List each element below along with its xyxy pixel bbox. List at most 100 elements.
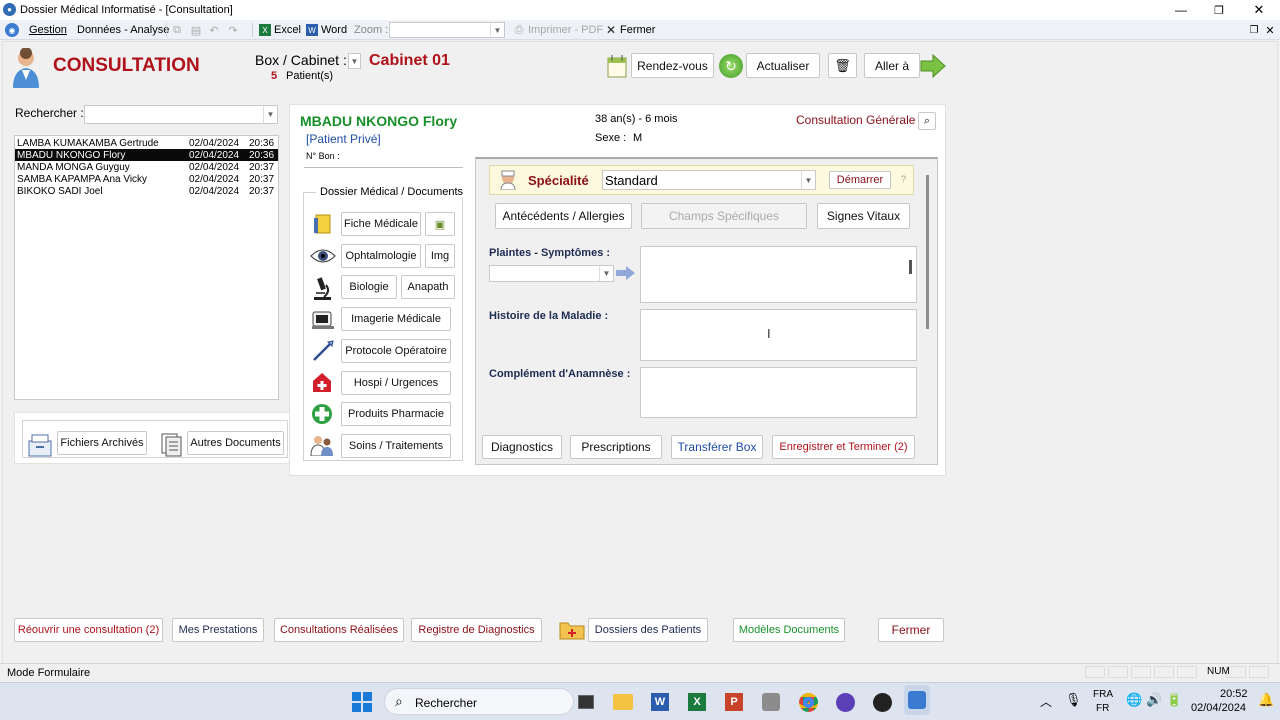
form-scrollbar[interactable] — [926, 175, 929, 329]
add-arrow-icon[interactable] — [616, 265, 636, 281]
game-app-icon[interactable] — [869, 687, 895, 717]
help-icon[interactable]: ? — [901, 174, 906, 184]
registre-diagnostics-button[interactable]: Registre de Diagnostics — [411, 618, 542, 642]
diagnostics-button[interactable]: Diagnostics — [482, 435, 562, 459]
close-icon: ✕ — [605, 23, 617, 37]
dossiers-patients-button[interactable]: Dossiers des Patients — [588, 618, 708, 642]
fiche-folder-button[interactable]: ▣ — [425, 212, 455, 236]
search-icon: ⌕ — [395, 693, 403, 709]
battery-icon[interactable]: 🔋 — [1166, 692, 1182, 708]
eye-icon — [310, 245, 336, 267]
lang-primary[interactable]: FRA — [1093, 689, 1113, 700]
medical-app-icon[interactable] — [904, 685, 930, 715]
chrome-icon[interactable] — [795, 687, 821, 717]
patient-list[interactable]: LAMBA KUMAKAMBA Gertrude 02/04/2024 20:36 … — [14, 135, 279, 400]
produits-pharmacie-button[interactable]: Produits Pharmacie — [341, 402, 451, 426]
autres-documents-button[interactable]: Autres Documents — [187, 431, 284, 455]
fermer-button[interactable]: Fermer — [878, 618, 944, 642]
sexe-value: M — [633, 132, 643, 144]
word-app-icon[interactable]: W — [647, 687, 673, 717]
patient-name: MBADU NKONGO Flory — [300, 113, 458, 129]
refresh-icon: ↻ — [719, 54, 743, 78]
ophtalmologie-button[interactable]: Ophtalmologie — [341, 244, 421, 268]
imagerie-medicale-button[interactable]: Imagerie Médicale — [341, 307, 451, 331]
search-consultation-button[interactable]: ⌕ — [918, 112, 936, 130]
list-item[interactable]: MANDA MONGA Guyguy 02/04/2024 20:37 — [15, 161, 278, 173]
lang-secondary[interactable]: FR — [1096, 703, 1109, 714]
demarrer-button[interactable]: Démarrer — [829, 171, 891, 189]
signes-vitaux-button[interactable]: Signes Vitaux — [817, 203, 910, 229]
windows-start-icon[interactable] — [351, 691, 373, 713]
microscope-icon — [310, 276, 334, 302]
histoire-label: Histoire de la Maladie : — [489, 310, 609, 322]
fiche-medicale-button[interactable]: Fiche Médicale — [341, 212, 421, 236]
chevron-down-icon: ▼ — [599, 266, 613, 281]
minimize-icon[interactable]: — — [1170, 2, 1192, 18]
specialite-label: Spécialité — [528, 173, 589, 188]
rendez-vous-button[interactable]: Rendez-vous — [631, 53, 714, 78]
list-item[interactable]: LAMBA KUMAKAMBA Gertrude 02/04/2024 20:36 — [15, 137, 278, 149]
scanner-icon — [310, 308, 336, 332]
consultations-realisees-button[interactable]: Consultations Réalisées — [274, 618, 404, 642]
taskbar-search[interactable]: ⌕ Rechercher — [384, 688, 574, 715]
protocole-operatoire-button[interactable]: Protocole Opératoire — [341, 339, 451, 363]
scalpel-icon — [310, 338, 336, 364]
close-icon[interactable]: ✕ — [1263, 23, 1277, 37]
powerpoint-app-icon[interactable]: P — [721, 687, 747, 717]
zoom-select[interactable]: ▼ — [389, 22, 505, 38]
complement-textarea[interactable] — [640, 367, 917, 418]
modeles-documents-button[interactable]: Modèles Documents — [733, 618, 845, 642]
microphone-icon[interactable]: 🎙 — [1065, 692, 1082, 708]
chevron-down-icon: ▼ — [490, 23, 504, 37]
paste-icon: ▤ — [190, 24, 202, 37]
delete-button[interactable]: 🗑 — [828, 53, 857, 78]
network-icon[interactable]: 🌐 — [1126, 692, 1142, 708]
img-button[interactable]: Img — [425, 244, 455, 268]
histoire-textarea[interactable]: I — [640, 309, 917, 361]
arrow-right-icon[interactable] — [920, 54, 946, 78]
fichiers-archives-button[interactable]: Fichiers Archivés — [57, 431, 147, 455]
clock-time[interactable]: 20:52 — [1220, 688, 1248, 700]
anapath-button[interactable]: Anapath — [401, 275, 455, 299]
tool-app-icon[interactable] — [758, 687, 784, 717]
volume-icon[interactable]: 🔊 — [1146, 692, 1162, 708]
file-explorer-icon[interactable] — [610, 687, 636, 717]
menu-donnees[interactable]: Données - Analyse — [77, 24, 169, 36]
antecedents-button[interactable]: Antécédents / Allergies — [495, 203, 632, 229]
restore-icon[interactable]: ❐ — [1247, 23, 1261, 37]
search-combo[interactable]: ▼ — [84, 105, 278, 124]
biologie-button[interactable]: Biologie — [341, 275, 397, 299]
copy-icon: ⧉ — [173, 23, 181, 36]
menu-word[interactable]: Word — [321, 24, 347, 36]
actualiser-button[interactable]: Actualiser — [746, 53, 820, 78]
chevron-up-icon[interactable]: ︿ — [1040, 693, 1052, 710]
excel-app-icon[interactable]: X — [684, 687, 710, 717]
hospi-urgences-button[interactable]: Hospi / Urgences — [341, 371, 451, 395]
main-panel: CONSULTATION Box / Cabinet : ▼ Cabinet 0… — [2, 41, 1278, 665]
rouvrir-consultation-button[interactable]: Réouvrir une consultation (2) — [14, 618, 163, 642]
prescriptions-button[interactable]: Prescriptions — [570, 435, 662, 459]
menu-gestion[interactable]: Gestion — [29, 24, 67, 36]
close-icon[interactable]: ✕ — [1248, 2, 1270, 18]
clock-date[interactable]: 02/04/2024 — [1191, 702, 1246, 714]
list-item-selected[interactable]: MBADU NKONGO Flory 02/04/2024 20:36 — [15, 149, 278, 161]
notification-icon[interactable]: 🔔 — [1258, 692, 1274, 708]
transferer-box-button[interactable]: Transférer Box — [671, 435, 763, 459]
task-view-icon[interactable] — [573, 687, 599, 717]
menu-bar: ◉ Gestion Données - Analyse ⧉ ▤ ↶ ↷ X Ex… — [0, 20, 1280, 40]
enregistrer-terminer-button[interactable]: Enregistrer et Terminer (2) — [772, 435, 915, 459]
box-dropdown[interactable]: ▼ — [348, 53, 361, 69]
media-app-icon[interactable] — [832, 687, 858, 717]
aller-button[interactable]: Aller à — [864, 53, 920, 78]
specialite-select[interactable]: Standard ▼ — [602, 170, 816, 190]
menu-excel[interactable]: Excel — [274, 24, 301, 36]
mes-prestations-button[interactable]: Mes Prestations — [172, 618, 264, 642]
plaintes-select[interactable]: ▼ — [489, 265, 614, 282]
scrollbar-thumb[interactable] — [909, 260, 912, 274]
soins-traitements-button[interactable]: Soins / Traitements — [341, 434, 451, 458]
list-item[interactable]: BIKOKO SADI Joel 02/04/2024 20:37 — [15, 185, 278, 197]
plaintes-textarea[interactable] — [640, 246, 917, 303]
list-item[interactable]: SAMBA KAPAMPA Ana Vicky 02/04/2024 20:37 — [15, 173, 278, 185]
restore-icon[interactable]: ❐ — [1208, 2, 1230, 18]
menu-fermer[interactable]: Fermer — [620, 24, 655, 36]
